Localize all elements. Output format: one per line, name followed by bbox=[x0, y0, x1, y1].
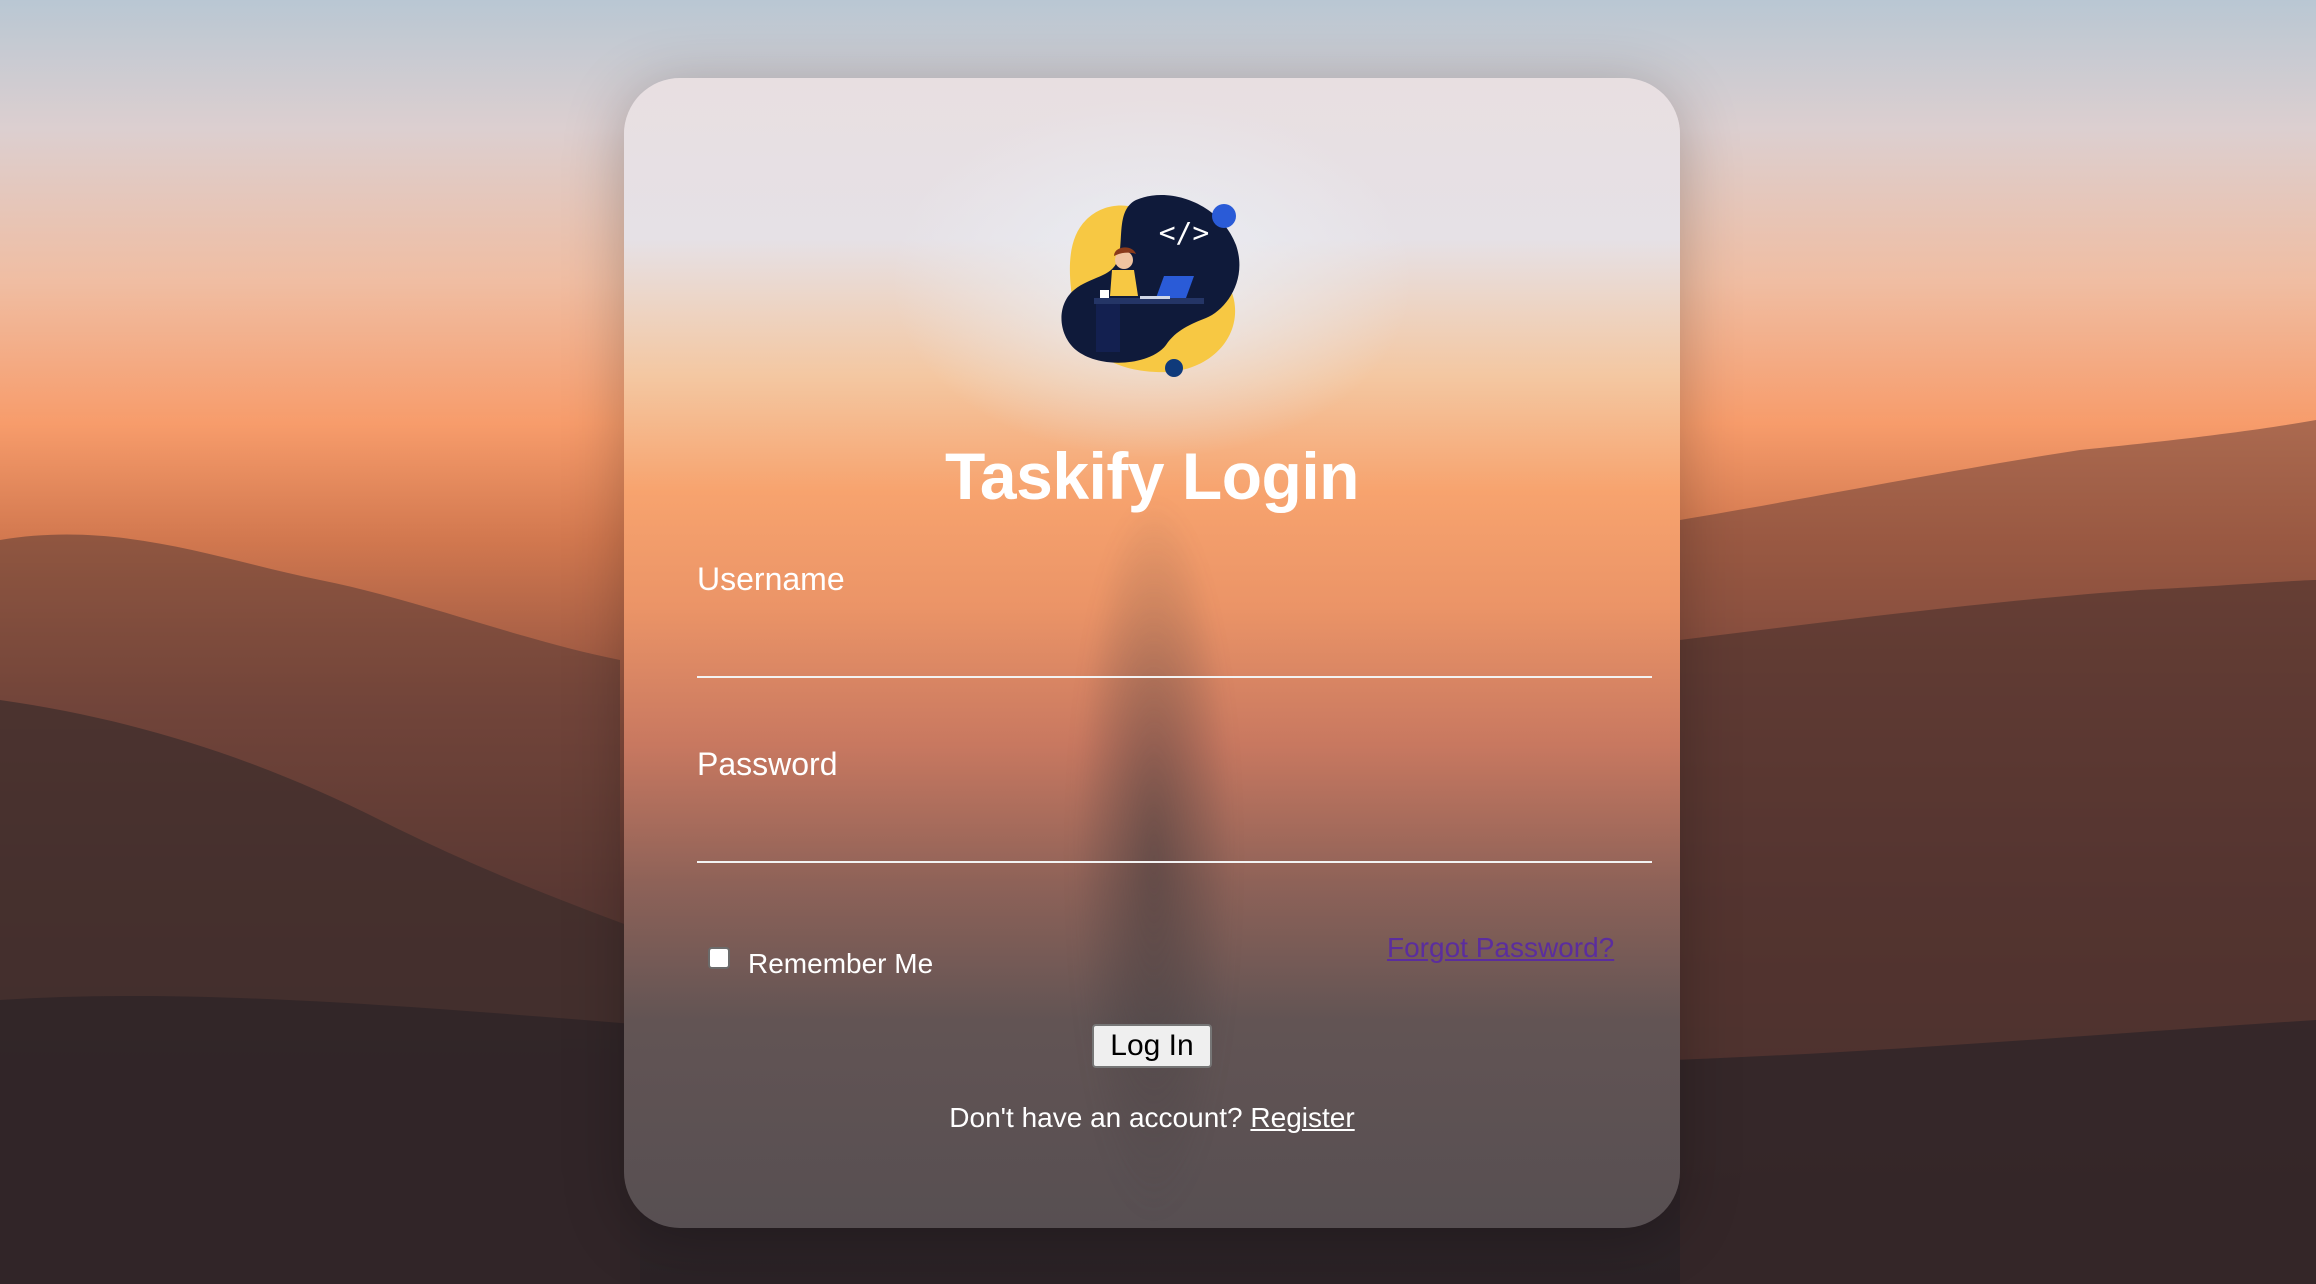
register-line: Don't have an account? Register bbox=[624, 1102, 1680, 1134]
background-scene: </> Taskify Login Username Password Reme… bbox=[0, 0, 2316, 1284]
code-glyph: </> bbox=[1159, 216, 1210, 249]
login-card: </> Taskify Login Username Password Reme… bbox=[624, 78, 1680, 1228]
password-input[interactable] bbox=[697, 797, 1652, 863]
app-logo-icon: </> bbox=[1061, 195, 1240, 377]
login-button[interactable]: Log In bbox=[1092, 1024, 1212, 1068]
remember-me-label: Remember Me bbox=[748, 948, 934, 979]
register-prompt: Don't have an account? bbox=[949, 1102, 1243, 1133]
remember-me[interactable]: Remember Me bbox=[708, 940, 933, 980]
page-title: Taskify Login bbox=[945, 439, 1360, 513]
register-link[interactable]: Register bbox=[1250, 1102, 1354, 1133]
password-label: Password bbox=[697, 746, 838, 782]
forgot-password-link[interactable]: Forgot Password? bbox=[1387, 932, 1614, 964]
username-label: Username bbox=[697, 561, 845, 597]
username-input[interactable] bbox=[697, 612, 1652, 678]
remember-me-checkbox[interactable] bbox=[708, 947, 730, 969]
